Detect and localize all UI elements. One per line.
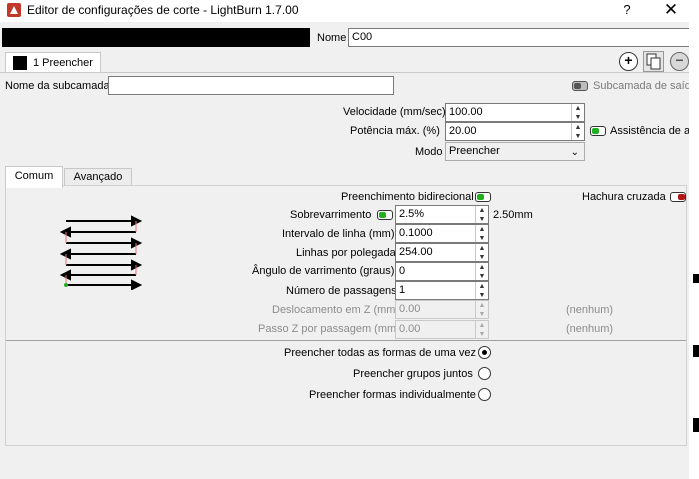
passes-label: Número de passagens [286, 285, 397, 297]
speed-value: 100.00 [449, 106, 483, 118]
passes-spinner[interactable]: ▲ ▼ [475, 282, 488, 299]
mode-select[interactable]: Preencher ⌄ [445, 142, 585, 161]
help-button[interactable]: ? [618, 1, 636, 19]
line-interval-value: 0.1000 [399, 227, 433, 239]
scan-angle-label: Ângulo de varrimento (graus) [252, 265, 395, 277]
overscan-field[interactable]: 2.5% ▲ ▼ [395, 205, 489, 224]
line-interval-label: Intervalo de linha (mm) [282, 228, 395, 240]
tab-comum[interactable]: Comum [5, 166, 63, 188]
tab-layer-1-label: 1 Preencher [33, 57, 93, 69]
z-offset-field[interactable]: 0.00 ▲ ▼ [395, 300, 489, 319]
fill-individual-radio[interactable] [478, 388, 491, 401]
fill-groups-label: Preencher grupos juntos [353, 368, 473, 380]
speed-field[interactable]: 100.00 ▲ ▼ [445, 103, 585, 122]
z-step-label: Passo Z por passagem (mm) [258, 323, 400, 335]
sublayer-output-toggle[interactable] [572, 81, 588, 91]
passes-field[interactable]: 1 ▲ ▼ [395, 281, 489, 300]
name-label: Nome [317, 32, 347, 44]
window-title: Editor de configurações de corte - Light… [27, 3, 299, 17]
power-value: 20.00 [449, 125, 477, 137]
layer-swatch [13, 56, 27, 70]
z-step-note: (nenhum) [566, 323, 614, 335]
line-interval-spinner[interactable]: ▲ ▼ [475, 225, 488, 242]
tab-layer-1[interactable]: 1 Preencher [5, 52, 101, 73]
scan-angle-field[interactable]: 0 ▲ ▼ [395, 262, 489, 281]
chevron-down-icon: ⌄ [570, 147, 579, 158]
copy-layer-button[interactable] [643, 51, 664, 72]
crosshatch-label: Hachura cruzada [582, 191, 666, 203]
bidirectional-fill-toggle[interactable] [475, 192, 491, 202]
scan-preview-icon [60, 215, 142, 290]
overscan-toggle[interactable] [377, 210, 393, 220]
overscan-label: Sobrevarrimento [290, 209, 372, 221]
power-label: Potência máx. (%) [350, 125, 440, 137]
lines-per-inch-label: Linhas por polegada [296, 247, 396, 259]
passes-value: 1 [399, 284, 406, 296]
fill-individual-label: Preencher formas individualmente [309, 389, 476, 401]
overscan-computed: 2.50mm [493, 209, 533, 221]
z-offset-label: Deslocamento em Z (mm) [272, 304, 400, 316]
mode-value: Preencher [449, 145, 500, 157]
layer-color-bar [2, 28, 310, 47]
crosshatch-toggle[interactable] [670, 192, 686, 202]
z-step-spinner[interactable]: ▲ ▼ [475, 321, 488, 338]
copy-icon [646, 53, 661, 70]
scan-angle-value: 0 [399, 265, 406, 277]
scan-angle-spinner[interactable]: ▲ ▼ [475, 263, 488, 280]
mode-label: Modo [415, 146, 443, 158]
line-interval-field[interactable]: 0.1000 ▲ ▼ [395, 224, 489, 243]
title-bar: Editor de configurações de corte - Light… [0, 0, 699, 22]
overscan-value: 2.5% [399, 208, 425, 220]
divider [0, 72, 699, 73]
air-assist-label: Assistência de ar [610, 125, 690, 137]
z-offset-spinner[interactable]: ▲ ▼ [475, 301, 488, 318]
background-window-edge [693, 418, 699, 432]
z-step-field[interactable]: 0.00 ▲ ▼ [395, 320, 489, 339]
lines-per-inch-spinner[interactable]: ▲ ▼ [475, 244, 488, 261]
lines-per-inch-field[interactable]: 254.00 ▲ ▼ [395, 243, 489, 262]
sublayer-output-label: Subcamada de saída [593, 80, 697, 92]
add-layer-button[interactable]: + [619, 52, 638, 71]
lightburn-logo-icon [7, 3, 21, 17]
power-spinner[interactable]: ▲ ▼ [571, 123, 584, 140]
background-window-edge [693, 345, 699, 357]
fill-all-label: Preencher todas as formas de uma vez [284, 347, 476, 359]
divider [6, 340, 686, 341]
overscan-spinner[interactable]: ▲ ▼ [475, 206, 488, 223]
close-button[interactable]: ✕ [662, 1, 680, 19]
lines-per-inch-value: 254.00 [399, 246, 433, 258]
speed-label: Velocidade (mm/sec) [343, 106, 446, 118]
fill-all-radio[interactable] [478, 346, 491, 359]
fill-groups-radio[interactable] [478, 367, 491, 380]
sublayer-name-label: Nome da subcamada [5, 80, 110, 92]
name-field[interactable]: C00 [348, 28, 691, 47]
bidirectional-fill-label: Preenchimento bidirecional [341, 191, 474, 203]
power-field[interactable]: 20.00 ▲ ▼ [445, 122, 585, 141]
air-assist-toggle[interactable] [590, 126, 606, 136]
z-step-value: 0.00 [399, 323, 421, 335]
remove-layer-button[interactable]: − [670, 52, 689, 71]
z-offset-value: 0.00 [399, 303, 421, 315]
background-window-edge [689, 0, 699, 479]
background-window-edge [693, 274, 699, 283]
sublayer-name-field[interactable] [108, 76, 394, 95]
z-offset-note: (nenhum) [566, 304, 614, 316]
speed-spinner[interactable]: ▲ ▼ [571, 104, 584, 121]
